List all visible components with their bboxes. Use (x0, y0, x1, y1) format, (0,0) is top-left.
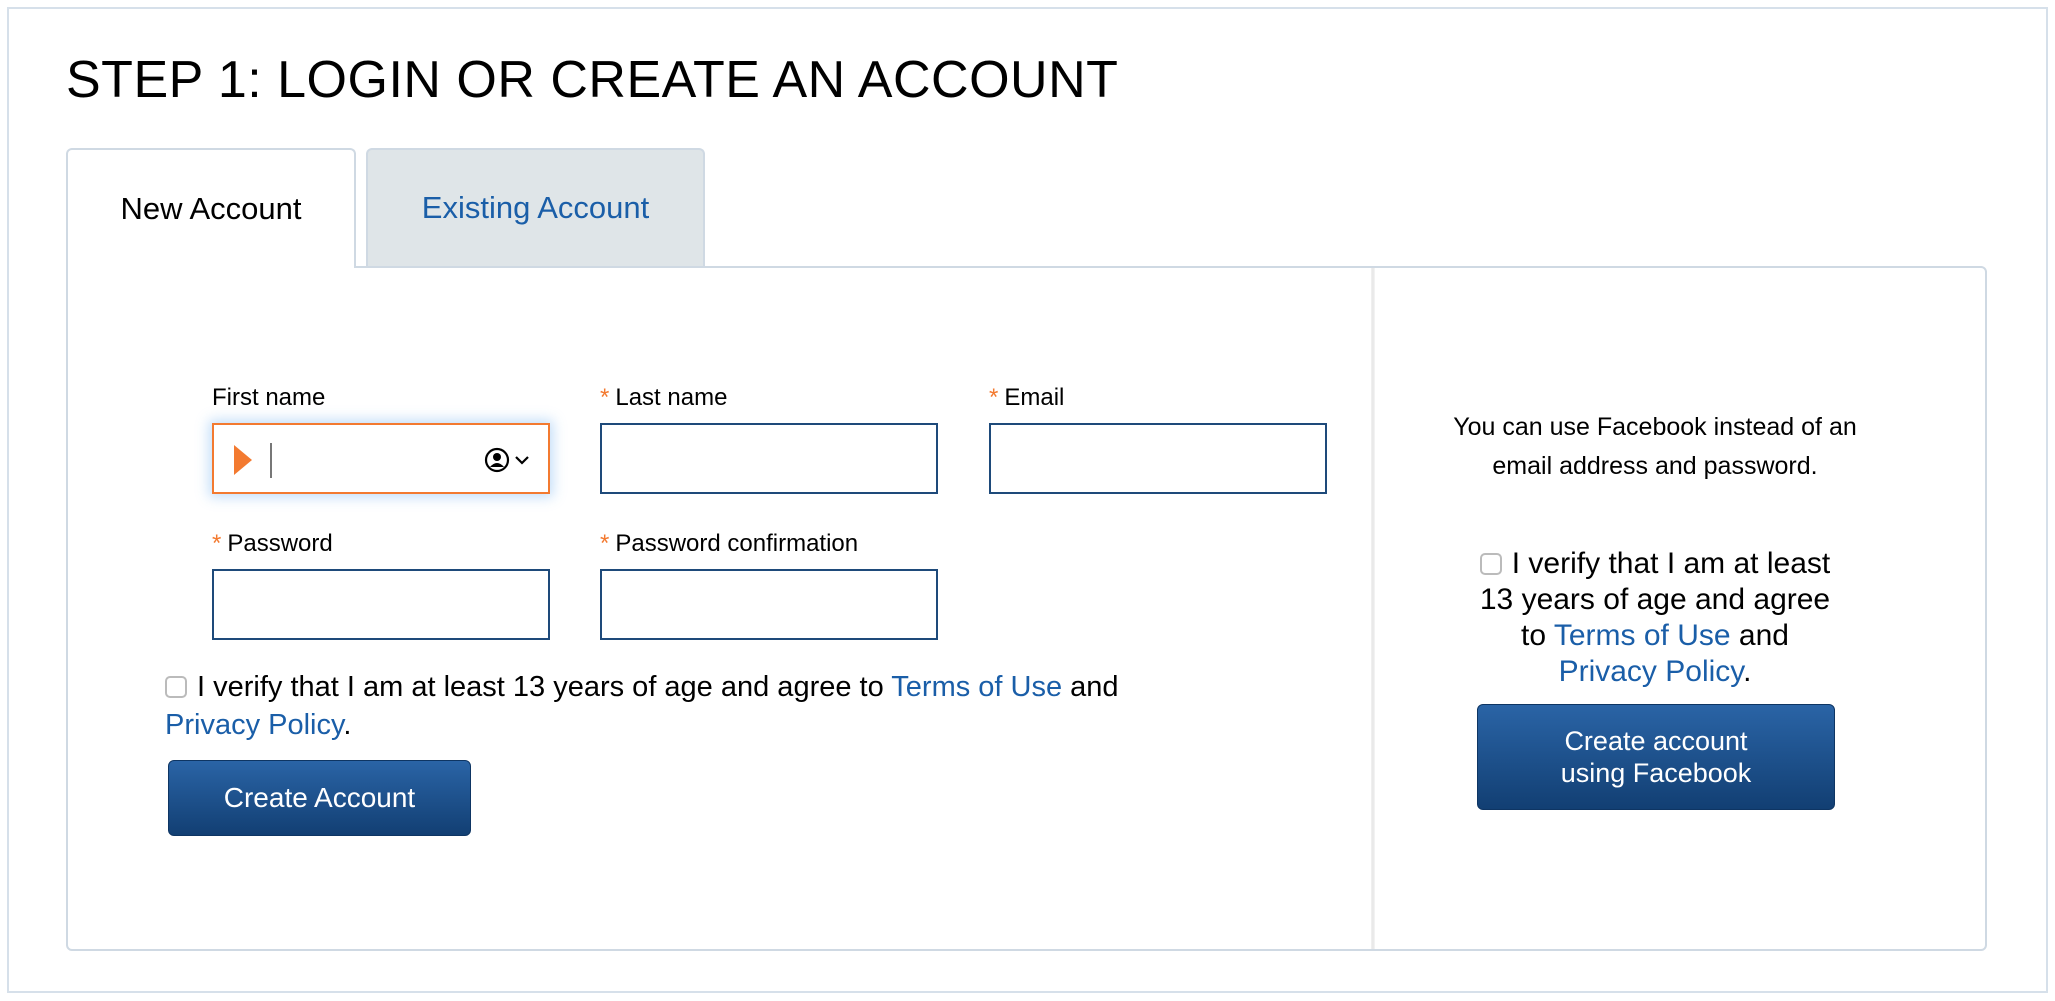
email-label: * Email (989, 384, 1065, 411)
facebook-terms-of-use-link[interactable]: Terms of Use (1554, 619, 1731, 652)
email-input[interactable] (989, 423, 1327, 494)
period-text: . (1743, 655, 1752, 688)
column-divider (1371, 268, 1375, 949)
autofill-button[interactable] (484, 447, 530, 473)
and-text: and (1738, 619, 1789, 652)
facebook-privacy-policy-link[interactable]: Privacy Policy (1559, 655, 1743, 688)
tab-existing-account[interactable]: Existing Account (366, 148, 705, 266)
last-name-input[interactable] (600, 423, 938, 494)
password-label: * Password (212, 530, 333, 557)
password-input[interactable] (212, 569, 550, 640)
period-text: . (343, 709, 352, 741)
password-confirmation-input[interactable] (600, 569, 938, 640)
age-terms-agreement: I verify that I am at least 13 years of … (165, 668, 1285, 744)
page-title: STEP 1: LOGIN OR CREATE AN ACCOUNT (66, 51, 1119, 109)
first-name-label: First name (212, 384, 326, 411)
create-account-facebook-button[interactable]: Create account using Facebook (1477, 704, 1835, 810)
facebook-age-terms-agreement: I verify that I am at least 13 years of … (1470, 546, 1840, 690)
password-confirmation-label: * Password confirmation (600, 530, 859, 557)
agree-text: I verify that I am at least 13 years of … (197, 671, 884, 703)
terms-of-use-link[interactable]: Terms of Use (891, 671, 1062, 703)
age-terms-checkbox[interactable] (165, 676, 187, 698)
first-name-input[interactable] (212, 423, 550, 494)
contact-card-icon (484, 447, 510, 473)
tab-new-account[interactable]: New Account (66, 148, 356, 268)
create-account-button[interactable]: Create Account (168, 760, 471, 836)
and-text: and (1070, 671, 1119, 703)
chevron-down-icon (515, 456, 529, 465)
facebook-age-terms-checkbox[interactable] (1479, 553, 1502, 575)
last-name-label: * Last name (600, 384, 728, 411)
facebook-intro: You can use Facebook instead of an email… (1453, 413, 1857, 480)
password-manager-icon[interactable] (234, 445, 252, 475)
text-cursor (270, 443, 272, 478)
privacy-policy-link[interactable]: Privacy Policy (165, 709, 343, 741)
